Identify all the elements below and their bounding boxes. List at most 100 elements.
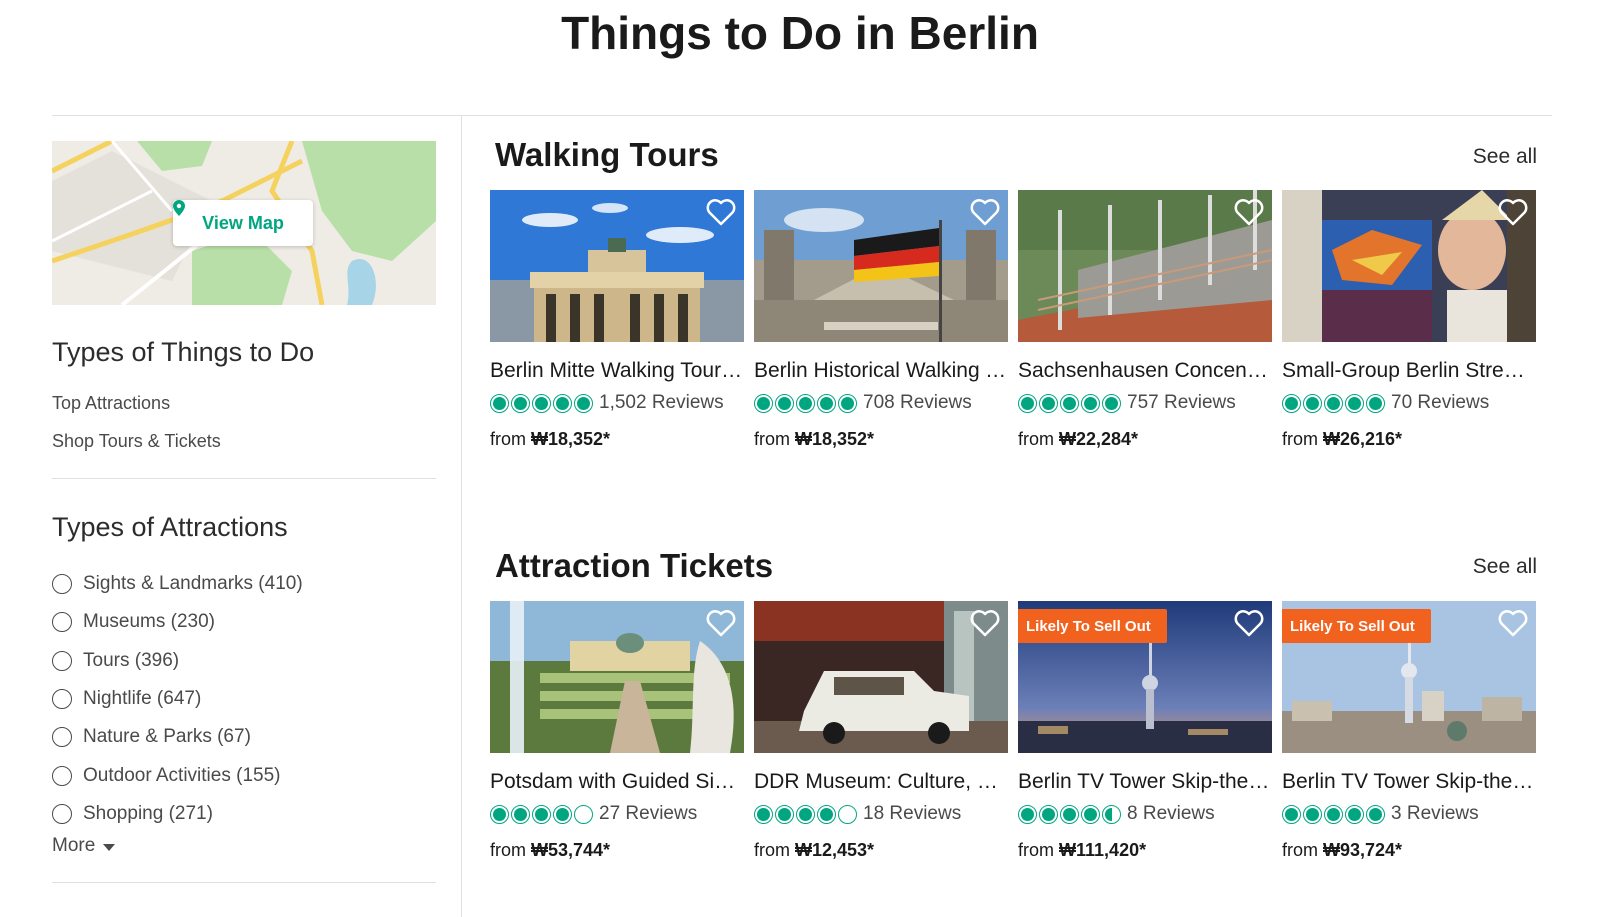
rating-bubble-icon [532, 393, 551, 413]
product-card[interactable]: Potsdam with Guided Sightseeing Tour 27 … [490, 601, 744, 861]
heart-icon[interactable] [1498, 609, 1528, 637]
heart-icon[interactable] [706, 198, 736, 226]
section-title-walking-tours: Walking Tours [495, 136, 719, 173]
heart-icon[interactable] [1498, 198, 1528, 226]
see-all-walking-tours-link[interactable]: See all [1473, 145, 1537, 169]
rating-row: 3 Reviews [1282, 803, 1536, 825]
product-card[interactable]: Likely To Sell Out Berlin TV Tower Skip-… [1018, 601, 1272, 861]
card-title[interactable]: Potsdam with Guided Sightseeing Tour [490, 770, 744, 794]
view-map-label: View Map [202, 212, 284, 233]
product-card[interactable]: Likely To Sell Out Berlin TV Tower Skip-… [1282, 601, 1536, 861]
review-count[interactable]: 70 Reviews [1391, 392, 1489, 414]
rating-bubble-icon [1102, 804, 1121, 824]
filter-outdoor-activities[interactable]: Outdoor Activities (155) [52, 756, 303, 794]
price-value: ₩53,744* [531, 840, 611, 860]
review-count[interactable]: 3 Reviews [1391, 803, 1479, 825]
sidebar: View Map Types of Things to Do Top Attra… [52, 141, 436, 883]
card-image[interactable] [1018, 190, 1272, 342]
radio-button[interactable] [52, 727, 72, 748]
rating-row: 1,502 Reviews [490, 392, 744, 414]
heart-icon[interactable] [970, 609, 1000, 637]
product-card[interactable]: Berlin Historical Walking Tour 708 Revie… [754, 190, 1008, 450]
rating-bubbles [1282, 804, 1385, 824]
radio-button[interactable] [52, 650, 72, 671]
card-image[interactable]: Likely To Sell Out [1282, 601, 1536, 753]
heart-icon[interactable] [970, 198, 1000, 226]
card-image[interactable] [754, 601, 1008, 753]
filter-nightlife[interactable]: Nightlife (647) [52, 680, 303, 718]
card-title[interactable]: Small-Group Berlin Street Art Tour [1282, 359, 1536, 383]
price-value: ₩22,284* [1059, 429, 1139, 449]
more-filters-button[interactable]: More [52, 835, 116, 857]
card-image[interactable] [754, 190, 1008, 342]
rating-row: 18 Reviews [754, 803, 1008, 825]
filter-tours[interactable]: Tours (396) [52, 642, 303, 680]
review-count[interactable]: 708 Reviews [863, 392, 972, 414]
filter-sights-landmarks[interactable]: Sights & Landmarks (410) [52, 565, 303, 603]
product-card[interactable]: DDR Museum: Culture, History, Everyday L… [754, 601, 1008, 861]
rating-bubble-icon [1282, 393, 1301, 413]
filter-label: Tours (396) [83, 649, 180, 671]
radio-button[interactable] [52, 689, 72, 710]
attractions-heading: Types of Attractions [52, 512, 288, 542]
product-card[interactable]: Small-Group Berlin Street Art Tour 70 Re… [1282, 190, 1536, 450]
price-prefix: from [490, 840, 526, 860]
card-title[interactable]: Berlin Mitte Walking Tour: Brandenburg G… [490, 359, 744, 383]
rating-bubble-icon [754, 393, 773, 413]
card-image[interactable] [490, 190, 744, 342]
review-count[interactable]: 27 Reviews [599, 803, 697, 825]
product-card[interactable]: Sachsenhausen Concentration Camp Memoria… [1018, 190, 1272, 450]
rating-bubble-icon [1060, 804, 1079, 824]
radio-button[interactable] [52, 574, 72, 595]
rating-row: 708 Reviews [754, 392, 1008, 414]
rating-bubbles [1018, 804, 1121, 824]
filter-shopping[interactable]: Shopping (271) [52, 795, 303, 833]
column-divider [461, 115, 462, 917]
top-divider [52, 115, 1552, 116]
rating-bubbles [754, 393, 857, 413]
rating-bubble-icon [1060, 393, 1079, 413]
filter-museums[interactable]: Museums (230) [52, 603, 303, 641]
review-count[interactable]: 8 Reviews [1127, 803, 1215, 825]
card-title[interactable]: Berlin TV Tower Skip-the-Line Ticket [1018, 770, 1272, 794]
radio-button[interactable] [52, 803, 72, 824]
rating-bubble-icon [574, 804, 593, 824]
review-count[interactable]: 1,502 Reviews [599, 392, 724, 414]
radio-button[interactable] [52, 765, 72, 786]
heart-icon[interactable] [1234, 198, 1264, 226]
rating-bubble-icon [1345, 804, 1364, 824]
card-title[interactable]: DDR Museum: Culture, History, Everyday L… [754, 770, 1008, 794]
view-map-button[interactable]: View Map [173, 200, 313, 246]
rating-bubble-icon [1345, 393, 1364, 413]
price-value: ₩18,352* [531, 429, 611, 449]
radio-button[interactable] [52, 612, 72, 633]
map-preview[interactable]: View Map [52, 141, 436, 305]
price-prefix: from [1282, 429, 1318, 449]
filter-nature-parks[interactable]: Nature & Parks (67) [52, 718, 303, 756]
attraction-filter-list: Sights & Landmarks (410) Museums (230) T… [52, 565, 303, 833]
card-title[interactable]: Sachsenhausen Concentration Camp Memoria… [1018, 359, 1272, 383]
card-image[interactable] [1282, 190, 1536, 342]
heart-icon[interactable] [1234, 609, 1264, 637]
filter-label: Outdoor Activities (155) [83, 764, 281, 786]
review-count[interactable]: 757 Reviews [1127, 392, 1236, 414]
price-value: ₩12,453* [795, 840, 875, 860]
rating-bubble-icon [1324, 804, 1343, 824]
see-all-attraction-tickets-link[interactable]: See all [1473, 555, 1537, 579]
card-image[interactable] [490, 601, 744, 753]
rating-bubbles [1018, 393, 1121, 413]
shop-tours-link[interactable]: Shop Tours & Tickets [52, 431, 221, 452]
heart-icon[interactable] [706, 609, 736, 637]
price-row: from ₩53,744* [490, 840, 744, 861]
rating-bubble-icon [754, 804, 773, 824]
card-title[interactable]: Berlin Historical Walking Tour [754, 359, 1008, 383]
top-attractions-link[interactable]: Top Attractions [52, 393, 170, 414]
card-image[interactable]: Likely To Sell Out [1018, 601, 1272, 753]
rating-bubble-icon [574, 393, 593, 413]
filter-label: Nature & Parks (67) [83, 726, 251, 748]
card-title[interactable]: Berlin TV Tower Skip-the-Line Fast View [1282, 770, 1536, 794]
product-card[interactable]: Berlin Mitte Walking Tour: Brandenburg G… [490, 190, 744, 450]
price-prefix: from [754, 840, 790, 860]
review-count[interactable]: 18 Reviews [863, 803, 961, 825]
rating-bubbles [754, 804, 857, 824]
